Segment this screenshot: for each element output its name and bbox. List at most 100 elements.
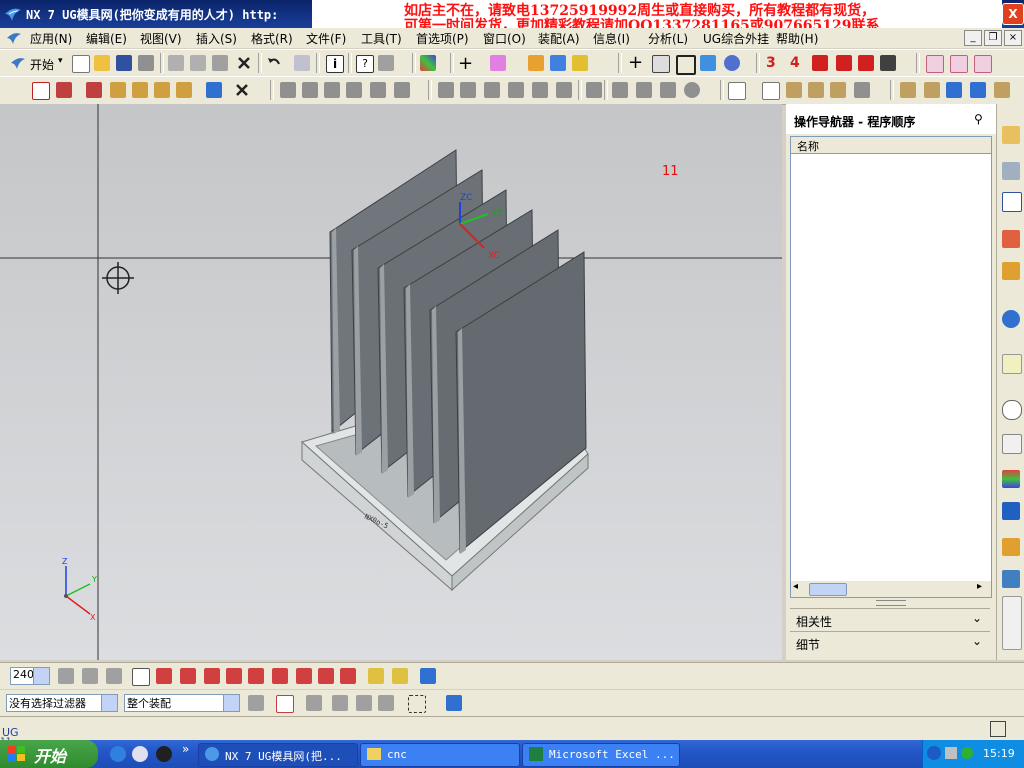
history-palette-icon[interactable] — [1002, 354, 1022, 374]
fullscreen-icon[interactable] — [990, 721, 1006, 737]
taskbar-task-cnc[interactable]: cnc — [360, 743, 520, 767]
palette-icon[interactable] — [420, 55, 436, 71]
assembly-scope-dropdown[interactable]: 整个装配 — [124, 694, 240, 712]
volume-icon[interactable] — [945, 747, 957, 759]
clock-tool-icon[interactable] — [684, 82, 700, 98]
post-tool-icon-4[interactable] — [508, 82, 524, 98]
plus-point-icon[interactable]: + — [458, 53, 473, 74]
snap-icon-4[interactable] — [226, 668, 242, 684]
window-close-button[interactable]: X — [1002, 3, 1024, 25]
create-method-icon[interactable] — [110, 82, 126, 98]
touch-mode-icon[interactable] — [378, 55, 394, 71]
related-panel[interactable]: 相关性 ⌄ — [790, 608, 990, 629]
post-tool-icon-2[interactable] — [460, 82, 476, 98]
select-mode-icon[interactable] — [132, 668, 150, 686]
part-navigator-icon[interactable] — [1002, 162, 1020, 180]
filter-tool-icon-4[interactable] — [332, 695, 348, 711]
start-icon[interactable] — [10, 55, 26, 71]
view-tool-icon-6[interactable] — [854, 82, 870, 98]
post-tool-icon-3[interactable] — [484, 82, 500, 98]
filter-tool-icon-1[interactable] — [248, 695, 264, 711]
path-tool-icon-4[interactable] — [346, 82, 362, 98]
path-tool-icon-3[interactable] — [324, 82, 340, 98]
view-orient-icon-3[interactable] — [106, 668, 122, 684]
repeat-command-icon[interactable] — [294, 55, 310, 71]
qq-icon[interactable] — [156, 746, 172, 762]
pink-tool-icon-1[interactable] — [926, 55, 944, 73]
op-tool-icon-1[interactable] — [154, 82, 170, 98]
taskbar-task-nx[interactable]: NX 7 UG模具网(把... — [198, 743, 358, 767]
chevron-down-icon[interactable] — [101, 695, 117, 711]
doc-restore-button[interactable]: ❐ — [984, 30, 1002, 46]
detail-panel[interactable]: 细节 ⌄ — [790, 631, 990, 652]
menu-format[interactable]: 格式(R) — [251, 30, 293, 47]
save-icon[interactable] — [116, 55, 132, 71]
point-icon[interactable]: + — [628, 52, 643, 73]
open-folder-icon[interactable] — [94, 55, 110, 71]
paste-icon[interactable] — [212, 55, 228, 71]
machine-navigator-icon[interactable] — [1002, 262, 1020, 280]
delete-op-icon[interactable] — [234, 82, 250, 98]
post-tool-icon-1[interactable] — [438, 82, 454, 98]
create-operation-icon[interactable] — [132, 82, 148, 98]
view-orient-icon-2[interactable] — [82, 668, 98, 684]
menu-ug-plugin[interactable]: UG综合外挂 — [703, 30, 769, 47]
expand-related-icon[interactable]: ⌄ — [972, 611, 982, 625]
path-tool-icon-1[interactable] — [280, 82, 296, 98]
scroll-thumb[interactable] — [809, 583, 847, 596]
snap-icon-7[interactable] — [296, 668, 312, 684]
snap-icon-9[interactable] — [340, 668, 356, 684]
chevron-down-icon[interactable] — [33, 668, 49, 684]
chevron-down-icon[interactable] — [223, 695, 239, 711]
copy-icon[interactable] — [190, 55, 206, 71]
menu-assembly[interactable]: 装配(A) — [538, 30, 580, 47]
expand-detail-icon[interactable]: ⌄ — [972, 634, 982, 648]
system-scenes-icon[interactable] — [1002, 502, 1020, 520]
selection-filter-dropdown[interactable]: 没有选择过滤器 — [6, 694, 118, 712]
tray-expand-icon[interactable] — [927, 746, 941, 760]
snap-icon-8[interactable] — [318, 668, 334, 684]
snap-icon-1[interactable] — [156, 668, 172, 684]
horizontal-scrollbar[interactable]: ◂ ▸ — [791, 581, 991, 597]
snap-icon-2[interactable] — [180, 668, 196, 684]
doc-close-button[interactable]: × — [1004, 30, 1022, 46]
view-tool-icon-5[interactable] — [830, 82, 846, 98]
view-tool-icon-3[interactable] — [786, 82, 802, 98]
undo-icon[interactable] — [266, 55, 282, 71]
rectangle-icon[interactable] — [676, 55, 696, 75]
sim-tool-icon-3[interactable] — [660, 82, 676, 98]
view-tool-icon-4[interactable] — [808, 82, 824, 98]
menu-insert[interactable]: 插入(S) — [196, 30, 237, 47]
pink-tool-icon-3[interactable] — [974, 55, 992, 73]
post-tool-icon-6[interactable] — [556, 82, 572, 98]
menu-information[interactable]: 信息(I) — [593, 30, 630, 47]
menu-tools[interactable]: 工具(T) — [361, 30, 402, 47]
measure-icon-1[interactable] — [368, 668, 384, 684]
measure-icon-2[interactable] — [392, 668, 408, 684]
red-tool-icon-1[interactable] — [812, 55, 828, 71]
view-tool-icon-2[interactable] — [762, 82, 780, 100]
view-3-icon[interactable]: 3 — [766, 55, 776, 71]
roles-icon[interactable] — [1002, 470, 1020, 488]
information-icon[interactable]: i — [326, 55, 344, 73]
menu-preferences[interactable]: 首选项(P) — [416, 30, 469, 47]
menu-view[interactable]: 视图(V) — [140, 30, 182, 47]
path-tool-icon-6[interactable] — [394, 82, 410, 98]
pink-tool-icon-2[interactable] — [950, 55, 968, 73]
help-icon[interactable]: ? — [356, 55, 374, 73]
assembly-tool-icon-5[interactable] — [994, 82, 1010, 98]
delete-icon[interactable] — [236, 55, 252, 71]
view-4-icon[interactable]: 4 — [790, 55, 800, 71]
assembly-tool-icon-4[interactable] — [970, 82, 986, 98]
quicklaunch-more-icon[interactable]: » — [182, 742, 189, 756]
assembly-tool-icon-1[interactable] — [900, 82, 916, 98]
scroll-left-icon[interactable]: ◂ — [793, 581, 798, 592]
history-clock-icon[interactable] — [1002, 400, 1022, 420]
filter-tool-icon-6[interactable] — [378, 695, 394, 711]
layer-icon[interactable] — [420, 668, 436, 684]
menu-file[interactable]: 文件(F) — [306, 30, 346, 47]
rectangle-select-icon[interactable] — [408, 695, 426, 713]
network-icon[interactable] — [961, 747, 973, 759]
datum-icon[interactable] — [490, 55, 506, 71]
new-file-icon[interactable] — [72, 55, 90, 73]
